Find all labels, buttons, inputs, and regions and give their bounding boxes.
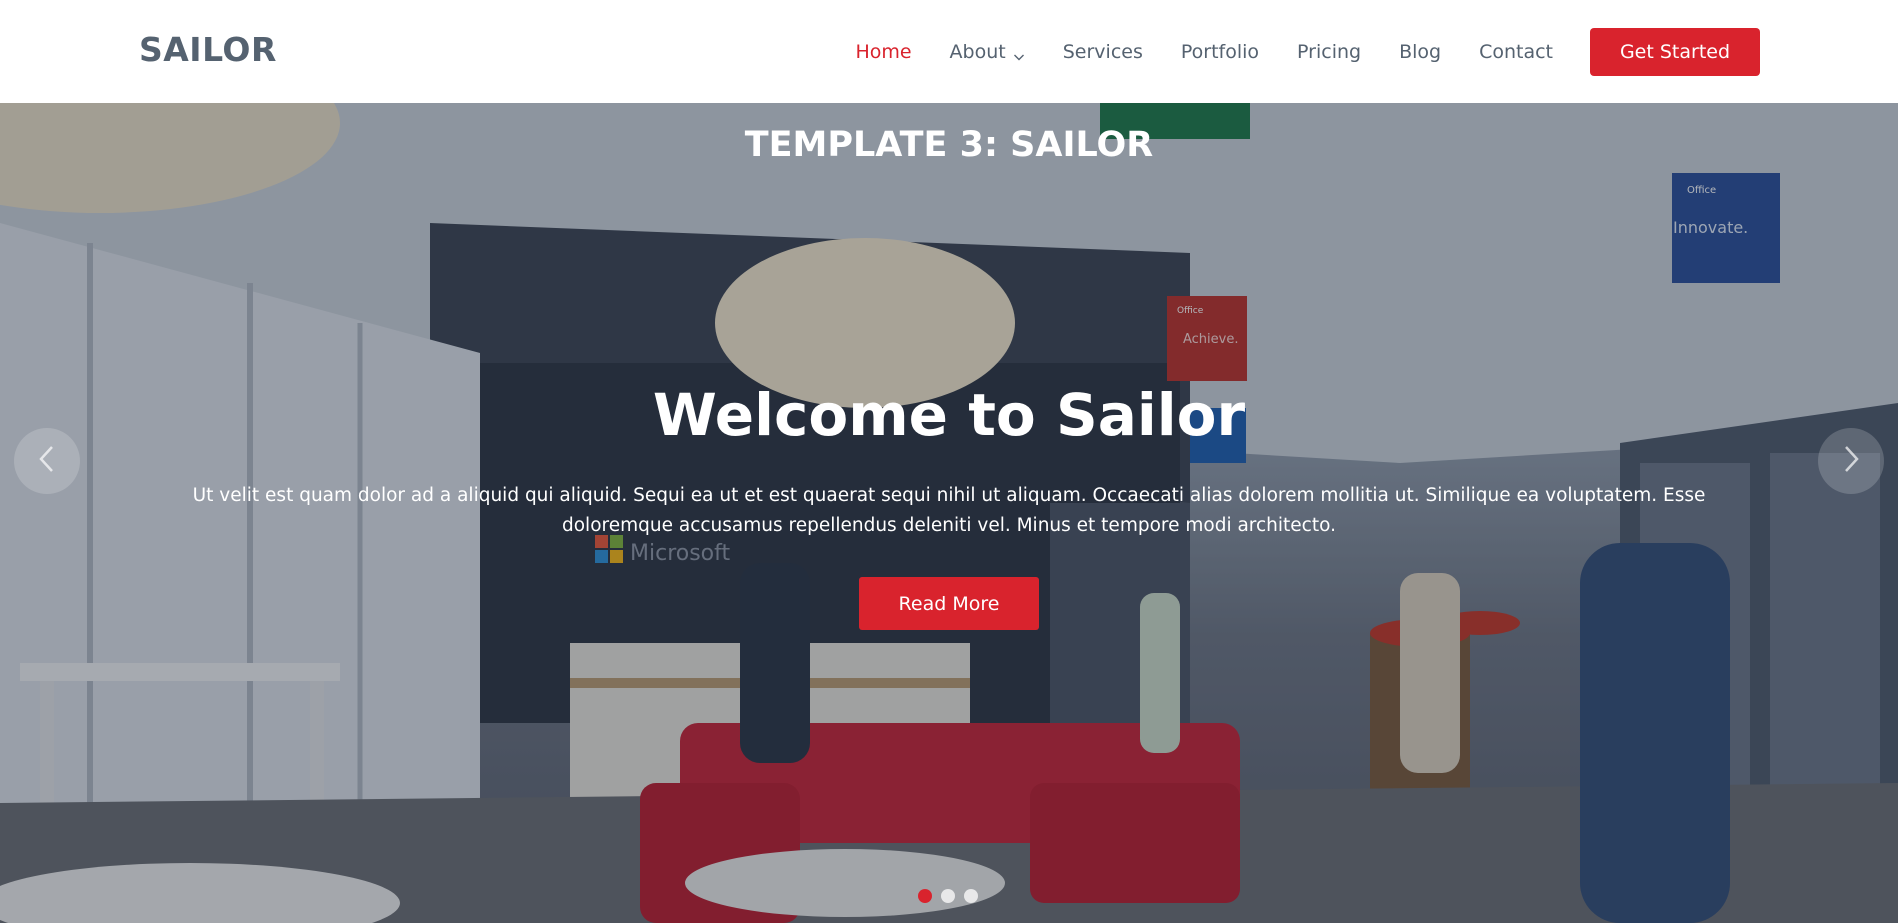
carousel-dot-1[interactable] [918,889,932,903]
hero-carousel: Office Achieve. Office Innovate. Microso… [0,103,1898,923]
nav-blog-label: Blog [1399,40,1442,63]
template-title: TEMPLATE 3: SAILOR [744,125,1154,165]
site-logo[interactable]: SAILOR [139,30,277,69]
main-nav: Home About Services Portfolio Pricing Bl… [855,0,1760,103]
hero-title: Welcome to Sailor [652,381,1246,449]
carousel-prev-button[interactable] [14,428,80,494]
site-header: SAILOR Home About Services Portfolio Pri… [0,0,1898,103]
carousel-next-button[interactable] [1818,428,1884,494]
chevron-right-icon [1839,444,1863,479]
read-more-button[interactable]: Read More [859,577,1039,630]
nav-blog[interactable]: Blog [1399,41,1441,63]
nav-portfolio-label: Portfolio [1180,40,1260,63]
chevron-left-icon [35,444,59,479]
nav-home[interactable]: Home [855,41,911,63]
nav-pricing-label: Pricing [1297,40,1362,63]
chevron-down-icon [1013,46,1025,60]
nav-pricing[interactable]: Pricing [1297,41,1361,63]
nav-services-label: Services [1062,40,1143,63]
nav-home-label: Home [855,40,912,63]
nav-about[interactable]: About [950,41,1025,63]
nav-portfolio[interactable]: Portfolio [1181,41,1259,63]
nav-contact[interactable]: Contact [1479,41,1553,63]
nav-services[interactable]: Services [1063,41,1143,63]
get-started-button[interactable]: Get Started [1590,27,1760,76]
carousel-dot-3[interactable] [964,889,978,903]
hero-description: Ut velit est quam dolor ad a aliquid qui… [192,485,1706,536]
nav-about-label: About [949,40,1006,63]
carousel-dot-2[interactable] [941,889,955,903]
nav-contact-label: Contact [1479,40,1553,63]
carousel-indicators [918,889,987,903]
